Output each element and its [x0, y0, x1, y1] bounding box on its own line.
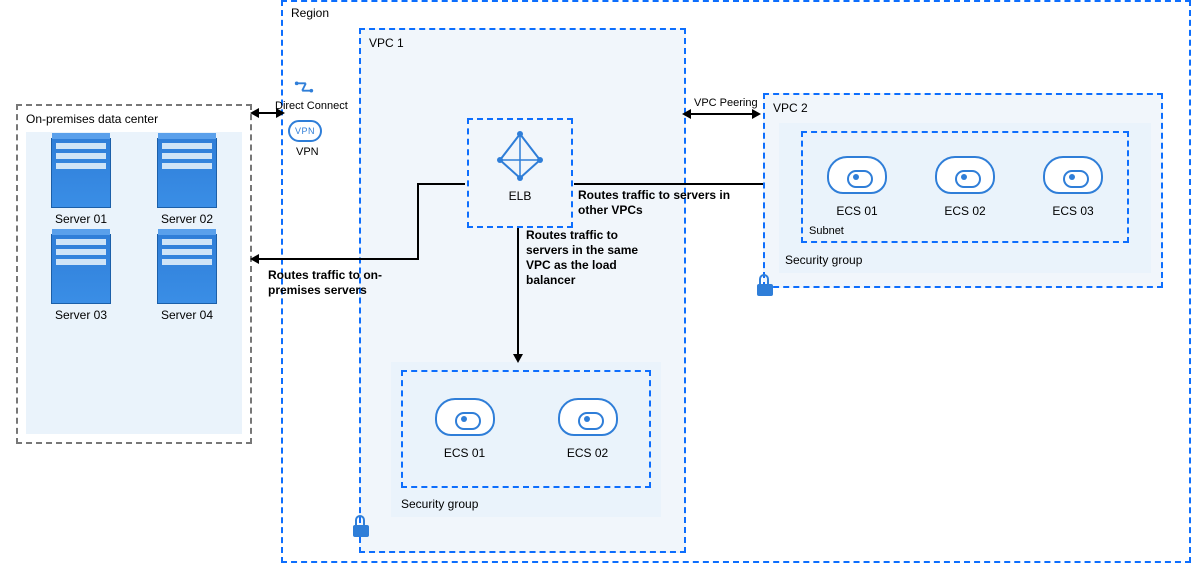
elb-icon — [492, 130, 548, 182]
server-4: Server 04 — [152, 234, 222, 322]
server-icon — [157, 234, 217, 304]
ecs-label: ECS 03 — [1033, 204, 1113, 218]
arrow-head — [682, 109, 691, 119]
server-icon — [157, 138, 217, 208]
connector-elb-onprem-h1 — [417, 183, 465, 185]
vpc1-container: VPC 1 ELB ECS 01 ECS 02 Security group — [359, 28, 686, 553]
ecs-label: ECS 01 — [425, 446, 505, 460]
vpc1-security-group: ECS 01 ECS 02 Security group — [391, 362, 661, 517]
ecs-icon — [1043, 156, 1103, 194]
ecs-label: ECS 02 — [548, 446, 628, 460]
lock-icon — [756, 274, 774, 296]
connector-elb-othervpc — [574, 183, 780, 185]
route-onprem-label: Routes traffic to on-premises servers — [268, 268, 388, 298]
vpc1-ecs-1: ECS 01 — [425, 398, 505, 460]
vpc2-container: VPC 2 ECS 01 ECS 02 ECS 03 Subnet Securi… — [763, 93, 1163, 288]
ecs-icon — [435, 398, 495, 436]
ecs-label: ECS 01 — [817, 204, 897, 218]
arrow-head — [276, 108, 285, 118]
server-label: Server 02 — [152, 212, 222, 226]
connector-elb-onprem-v — [417, 183, 419, 258]
server-icon — [51, 234, 111, 304]
vpc1-label: VPC 1 — [369, 36, 404, 50]
ecs-icon — [935, 156, 995, 194]
ecs-label: ECS 02 — [925, 204, 1005, 218]
vpc2-security-group-label: Security group — [785, 253, 862, 267]
vpn-icon: VPN — [288, 120, 322, 142]
connector-elb-samevpc — [517, 228, 519, 356]
vpc2-ecs-2: ECS 02 — [925, 156, 1005, 218]
onprem-title: On-premises data center — [26, 112, 158, 126]
vpc1-ecs-2: ECS 02 — [548, 398, 628, 460]
elb-label: ELB — [469, 189, 571, 203]
vpc2-ecs-3: ECS 03 — [1033, 156, 1113, 218]
ecs-icon — [827, 156, 887, 194]
vpc-peering-label: VPC Peering — [694, 97, 758, 109]
server-1: Server 01 — [46, 138, 116, 226]
arrow-head — [250, 254, 259, 264]
server-icon — [51, 138, 111, 208]
server-3: Server 03 — [46, 234, 116, 322]
server-label: Server 03 — [46, 308, 116, 322]
direct-connect-label: Direct Connect — [275, 100, 348, 112]
connector-vpc-peering — [690, 113, 752, 115]
arrow-head — [513, 354, 523, 363]
vpc2-security-group: ECS 01 ECS 02 ECS 03 Subnet Security gro… — [779, 123, 1151, 273]
server-label: Server 04 — [152, 308, 222, 322]
vpc2-ecs-1: ECS 01 — [817, 156, 897, 218]
direct-connect-icon — [293, 76, 315, 101]
vpc2-label: VPC 2 — [773, 101, 808, 115]
arrow-head — [752, 109, 761, 119]
connector-elb-onprem-h2 — [258, 258, 419, 260]
route-same-vpc-label: Routes traffic to servers in the same VP… — [526, 228, 656, 288]
lock-icon — [352, 515, 370, 537]
connector-onprem-region — [258, 112, 276, 114]
arrow-head — [250, 108, 259, 118]
vpn-label: VPN — [296, 146, 319, 158]
onprem-container: On-premises data center Server 01 Server… — [16, 104, 252, 444]
server-2: Server 02 — [152, 138, 222, 226]
vpc1-security-group-label: Security group — [401, 497, 478, 511]
ecs-icon — [558, 398, 618, 436]
elb-box: ELB — [467, 118, 573, 228]
server-label: Server 01 — [46, 212, 116, 226]
vpc2-subnet-label: Subnet — [809, 225, 844, 237]
route-other-vpcs-label: Routes traffic to servers in other VPCs — [578, 188, 758, 218]
region-label: Region — [291, 6, 329, 20]
